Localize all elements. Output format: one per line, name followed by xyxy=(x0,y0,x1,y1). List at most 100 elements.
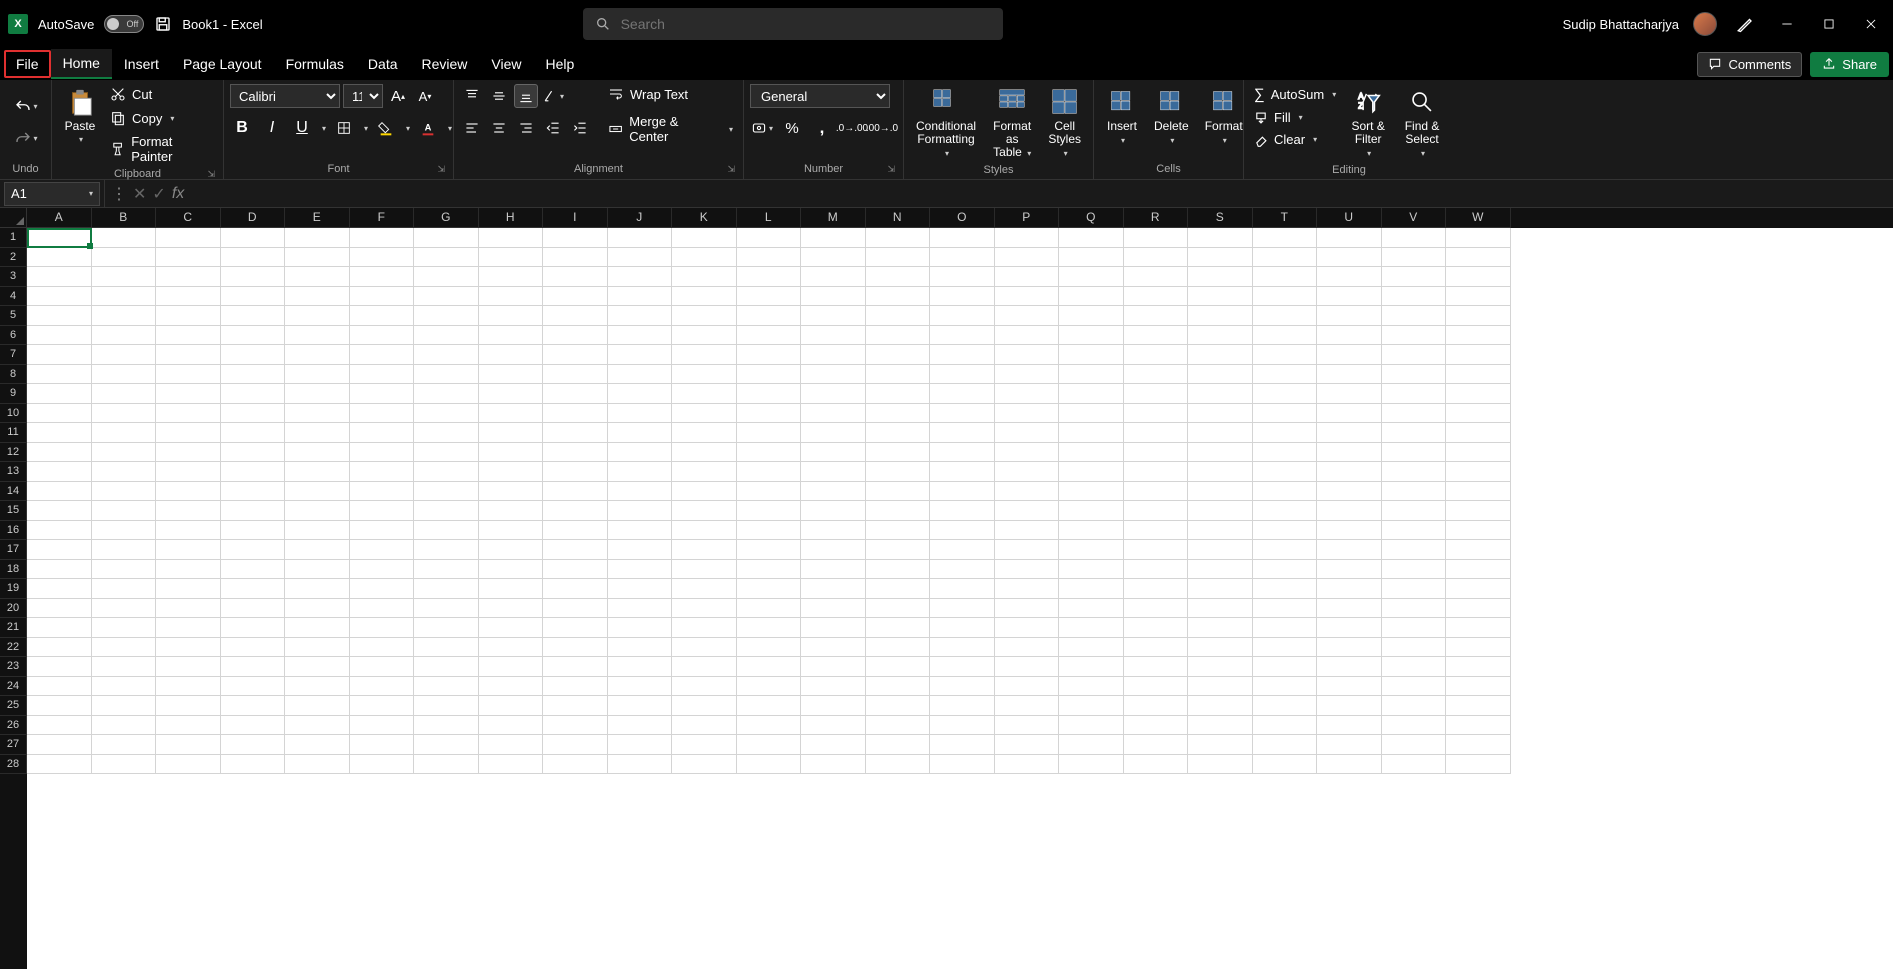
cell[interactable] xyxy=(1382,638,1447,658)
redo-button[interactable]: ▾ xyxy=(14,127,38,151)
cell[interactable] xyxy=(285,384,350,404)
comma-button[interactable]: , xyxy=(810,116,834,140)
cell[interactable] xyxy=(543,696,608,716)
cell[interactable] xyxy=(1446,560,1511,580)
cell[interactable] xyxy=(672,287,737,307)
cell[interactable] xyxy=(27,443,92,463)
cell[interactable] xyxy=(1446,618,1511,638)
cell[interactable] xyxy=(1124,560,1189,580)
cell[interactable] xyxy=(1124,384,1189,404)
cell[interactable] xyxy=(672,657,737,677)
cell[interactable] xyxy=(350,423,415,443)
cell[interactable] xyxy=(414,618,479,638)
cell[interactable] xyxy=(1124,404,1189,424)
cell[interactable] xyxy=(543,443,608,463)
cell[interactable] xyxy=(930,716,995,736)
cell[interactable] xyxy=(285,228,350,248)
cell[interactable] xyxy=(1382,599,1447,619)
cell[interactable] xyxy=(1059,560,1124,580)
cell[interactable] xyxy=(414,365,479,385)
cell[interactable] xyxy=(285,306,350,326)
cell[interactable] xyxy=(1059,540,1124,560)
column-header[interactable]: R xyxy=(1124,208,1189,228)
cell[interactable] xyxy=(737,384,802,404)
cell[interactable] xyxy=(414,228,479,248)
cell[interactable] xyxy=(866,716,931,736)
cell[interactable] xyxy=(608,501,673,521)
cell[interactable] xyxy=(737,287,802,307)
cell[interactable] xyxy=(608,696,673,716)
cell[interactable] xyxy=(1124,521,1189,541)
cell[interactable] xyxy=(995,462,1060,482)
cell[interactable] xyxy=(350,657,415,677)
cell[interactable] xyxy=(285,540,350,560)
increase-indent-button[interactable] xyxy=(568,116,592,140)
cell[interactable] xyxy=(221,618,286,638)
tab-review[interactable]: Review xyxy=(410,50,480,78)
cell[interactable] xyxy=(1188,579,1253,599)
cell[interactable] xyxy=(350,482,415,502)
cell[interactable] xyxy=(1382,345,1447,365)
formula-input[interactable] xyxy=(190,182,1893,206)
cell[interactable] xyxy=(479,248,544,268)
cell[interactable] xyxy=(608,384,673,404)
cell[interactable] xyxy=(156,735,221,755)
row-header[interactable]: 4 xyxy=(0,287,27,307)
cell[interactable] xyxy=(479,521,544,541)
font-color-dropdown[interactable]: ▾ xyxy=(448,124,452,133)
cell[interactable] xyxy=(995,540,1060,560)
cell[interactable] xyxy=(1059,599,1124,619)
cell[interactable] xyxy=(1446,345,1511,365)
cell[interactable] xyxy=(995,501,1060,521)
cell[interactable] xyxy=(1253,599,1318,619)
cancel-formula-icon[interactable]: ✕ xyxy=(133,184,146,204)
cell[interactable] xyxy=(866,404,931,424)
row-header[interactable]: 3 xyxy=(0,267,27,287)
cell[interactable] xyxy=(92,560,157,580)
cell[interactable] xyxy=(221,540,286,560)
cell[interactable] xyxy=(1317,618,1382,638)
name-box[interactable]: A1▾ xyxy=(4,182,100,206)
cell[interactable] xyxy=(156,326,221,346)
cell[interactable] xyxy=(995,560,1060,580)
cell[interactable] xyxy=(479,638,544,658)
cell[interactable] xyxy=(1317,306,1382,326)
cell[interactable] xyxy=(92,267,157,287)
column-header[interactable]: H xyxy=(479,208,544,228)
cell[interactable] xyxy=(737,560,802,580)
cell[interactable] xyxy=(1124,501,1189,521)
cell[interactable] xyxy=(1059,462,1124,482)
column-header[interactable]: W xyxy=(1446,208,1511,228)
cell[interactable] xyxy=(1188,735,1253,755)
cell[interactable] xyxy=(414,755,479,775)
cell[interactable] xyxy=(1382,248,1447,268)
row-header[interactable]: 9 xyxy=(0,384,27,404)
decrease-indent-button[interactable] xyxy=(541,116,565,140)
column-header[interactable]: C xyxy=(156,208,221,228)
cell[interactable] xyxy=(1253,287,1318,307)
cell[interactable] xyxy=(672,716,737,736)
cell-styles-button[interactable]: Cell Styles ▾ xyxy=(1042,84,1087,162)
cell[interactable] xyxy=(930,306,995,326)
cell[interactable] xyxy=(479,579,544,599)
cell[interactable] xyxy=(92,365,157,385)
align-left-button[interactable] xyxy=(460,116,484,140)
cell[interactable] xyxy=(1317,423,1382,443)
cell[interactable] xyxy=(1382,540,1447,560)
cell[interactable] xyxy=(221,579,286,599)
column-header[interactable]: L xyxy=(737,208,802,228)
cell[interactable] xyxy=(1446,657,1511,677)
cell[interactable] xyxy=(1317,345,1382,365)
cell[interactable] xyxy=(1188,638,1253,658)
cell[interactable] xyxy=(930,228,995,248)
cell[interactable] xyxy=(1446,365,1511,385)
cell[interactable] xyxy=(1382,423,1447,443)
autosum-button[interactable]: ∑AutoSum▾ xyxy=(1250,84,1340,105)
cell[interactable] xyxy=(1446,267,1511,287)
cell[interactable] xyxy=(930,560,995,580)
cell[interactable] xyxy=(866,345,931,365)
cell[interactable] xyxy=(350,755,415,775)
cell[interactable] xyxy=(1059,404,1124,424)
cell[interactable] xyxy=(543,599,608,619)
cell[interactable] xyxy=(1317,677,1382,697)
